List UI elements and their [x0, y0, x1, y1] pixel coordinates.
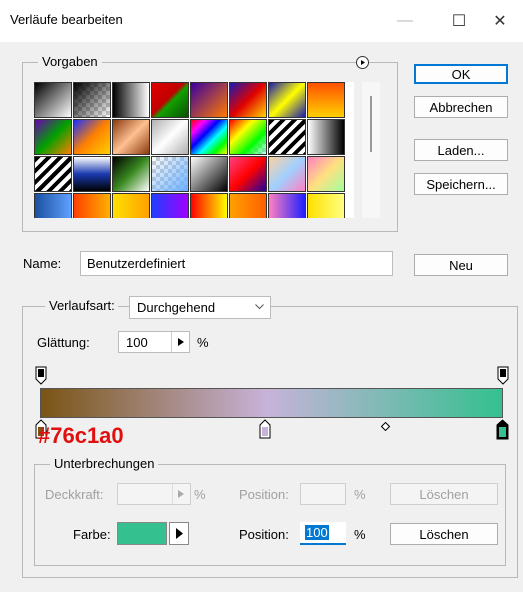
preset-scrollbar-thumb[interactable] [370, 96, 372, 152]
preset-swatch[interactable] [229, 156, 267, 192]
opacity-position-input[interactable] [300, 483, 346, 505]
preset-swatch[interactable] [151, 156, 189, 192]
load-button[interactable]: Laden... [414, 139, 508, 161]
preset-swatch[interactable] [73, 193, 111, 218]
arrow-right-icon[interactable] [178, 338, 184, 346]
gradient-preview-bar[interactable] [40, 388, 503, 418]
preset-swatch[interactable] [190, 156, 228, 192]
color-delete-button[interactable]: Löschen [390, 523, 498, 545]
preset-swatch[interactable] [112, 193, 150, 218]
preset-swatch[interactable] [73, 119, 111, 155]
preset-swatch[interactable] [112, 119, 150, 155]
name-label: Name: [23, 256, 62, 271]
smooth-value: 100 [126, 335, 148, 350]
preset-swatch[interactable] [34, 82, 72, 118]
preset-swatch[interactable] [307, 82, 345, 118]
arrow-right-icon [175, 528, 183, 539]
opacity-position-label: Position: [239, 487, 289, 502]
opacity-unit: % [194, 487, 206, 502]
preset-swatch[interactable] [73, 156, 111, 192]
preset-swatch[interactable] [307, 156, 345, 192]
color-stop-middle[interactable] [259, 419, 271, 439]
smooth-input[interactable]: 100 [118, 331, 190, 353]
preset-swatch[interactable] [190, 193, 228, 218]
stops-group [34, 464, 506, 566]
preset-swatch[interactable] [151, 193, 189, 218]
opacity-position-unit: % [354, 487, 366, 502]
color-label: Farbe: [73, 527, 111, 542]
opacity-stop-right[interactable] [497, 366, 509, 385]
stops-legend: Unterbrechungen [50, 456, 159, 471]
preset-swatch[interactable] [112, 82, 150, 118]
gradient-type-value: Durchgehend [137, 300, 216, 315]
midpoint-diamond-icon[interactable] [381, 422, 390, 431]
preset-swatch[interactable] [229, 193, 267, 218]
preset-swatch[interactable] [229, 119, 267, 155]
save-button[interactable]: Speichern... [414, 173, 508, 195]
maximize-button[interactable]: ☐ [436, 0, 482, 42]
preset-swatch[interactable] [268, 193, 306, 218]
color-position-label: Position: [239, 527, 289, 542]
color-menu-button[interactable] [169, 522, 189, 545]
opacity-delete-button[interactable]: Löschen [390, 483, 498, 505]
preset-swatch[interactable] [307, 193, 345, 218]
smooth-unit: % [197, 335, 209, 350]
preset-swatch[interactable] [190, 119, 228, 155]
opacity-label: Deckkraft: [45, 487, 104, 502]
opacity-input[interactable] [117, 483, 191, 505]
color-position-unit: % [354, 527, 366, 542]
preset-scrollbar[interactable] [362, 82, 380, 218]
preset-grid[interactable] [34, 82, 354, 218]
color-position-value: 100 [305, 525, 329, 540]
color-swatch[interactable] [117, 522, 167, 545]
close-button[interactable]: ✕ [477, 0, 523, 42]
preset-swatch[interactable] [268, 119, 306, 155]
chevron-down-icon [255, 304, 264, 310]
window-title: Verläufe bearbeiten [10, 12, 123, 27]
preset-swatch[interactable] [34, 156, 72, 192]
preset-swatch[interactable] [34, 193, 72, 218]
preset-swatch[interactable] [268, 82, 306, 118]
arrow-right-icon[interactable] [178, 490, 184, 498]
presets-legend: Vorgaben [38, 54, 102, 69]
preset-swatch[interactable] [112, 156, 150, 192]
preset-swatch[interactable] [151, 82, 189, 118]
preset-swatch[interactable] [229, 82, 267, 118]
preset-swatch[interactable] [73, 82, 111, 118]
preset-swatch[interactable] [151, 119, 189, 155]
ok-button[interactable]: OK [414, 64, 508, 84]
minimize-button[interactable]: — [382, 0, 428, 42]
preset-swatch[interactable] [307, 119, 345, 155]
presets-menu-icon[interactable] [356, 56, 369, 69]
cancel-button[interactable]: Abbrechen [414, 96, 508, 118]
smooth-label: Glättung: [37, 335, 90, 350]
preset-swatch[interactable] [268, 156, 306, 192]
opacity-stop-left[interactable] [35, 366, 47, 385]
color-stop-right-selected[interactable] [496, 419, 509, 440]
gradient-type-label: Verlaufsart: [45, 298, 118, 313]
preset-swatch[interactable] [34, 119, 72, 155]
preset-swatch[interactable] [190, 82, 228, 118]
gradient-type-select[interactable]: Durchgehend [129, 296, 271, 319]
new-button[interactable]: Neu [414, 254, 508, 276]
color-annotation-label: #76c1a0 [38, 423, 124, 448]
name-input[interactable]: Benutzerdefiniert [80, 251, 393, 276]
color-position-input[interactable]: 100 [300, 522, 346, 545]
